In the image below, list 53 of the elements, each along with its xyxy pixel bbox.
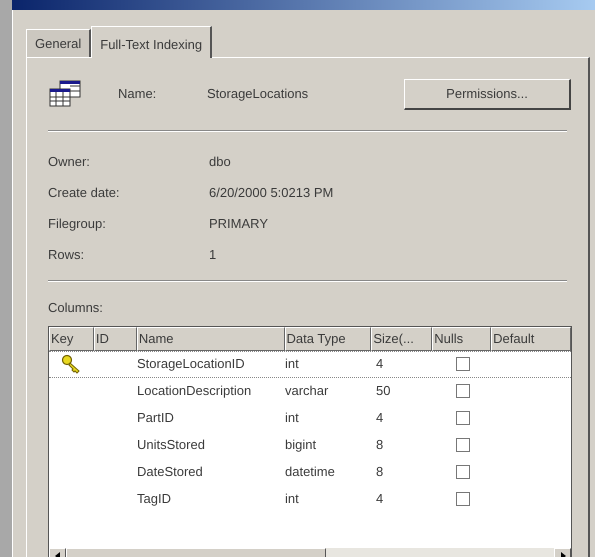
name-label: Name: xyxy=(118,85,158,104)
nulls-checkbox[interactable] xyxy=(456,438,470,452)
property-label: Rows: xyxy=(48,246,86,264)
table-row[interactable]: LocationDescription varchar 50 xyxy=(49,378,571,404)
property-value: dbo xyxy=(209,152,231,171)
columns-label: Columns: xyxy=(48,299,104,317)
table-cell-text: bigint xyxy=(285,436,318,454)
nulls-checkbox[interactable] xyxy=(456,357,470,371)
table-cell-text: int xyxy=(285,355,300,374)
key-icon xyxy=(60,354,82,374)
column-header[interactable]: Size(... xyxy=(371,326,432,350)
nulls-checkbox[interactable] xyxy=(456,465,470,479)
table-cell-text: 8 xyxy=(375,436,384,454)
property-value: 6/20/2000 5:0213 PM xyxy=(209,184,334,202)
table-cell-text: UnitsStored xyxy=(137,436,206,454)
column-header[interactable]: Key xyxy=(49,326,94,350)
tab[interactable]: General xyxy=(26,29,92,57)
table-cell-text: datetime xyxy=(285,463,336,482)
table-icon xyxy=(48,79,82,109)
column-header[interactable]: Default xyxy=(491,326,571,350)
column-header[interactable]: ID xyxy=(94,326,137,350)
column-header[interactable]: Data Type xyxy=(284,326,372,350)
table-cell-text: LocationDescription xyxy=(137,382,252,400)
table-row[interactable]: StorageLocationID int 4 xyxy=(49,350,571,378)
table-cell-text: 8 xyxy=(375,463,384,482)
property-label: Filegroup: xyxy=(48,214,107,233)
nulls-checkbox[interactable] xyxy=(456,411,470,425)
nulls-checkbox[interactable] xyxy=(456,492,470,506)
table-cell-text: 4 xyxy=(375,409,384,428)
nulls-checkbox[interactable] xyxy=(456,384,470,398)
property-label: Create date: xyxy=(48,184,121,202)
tab[interactable]: Full-Text Indexing xyxy=(91,26,212,58)
table-cell-text: int xyxy=(285,490,300,508)
table-row[interactable]: PartID int 4 xyxy=(49,404,571,432)
column-header[interactable]: Name xyxy=(136,326,285,350)
table-cell-text: StorageLocationID xyxy=(137,355,246,374)
table-cell-text: 4 xyxy=(375,490,384,508)
table-cell-text: TagID xyxy=(137,490,172,508)
table-row[interactable]: TagID int 4 xyxy=(49,486,571,512)
column-header[interactable]: Nulls xyxy=(432,326,492,350)
table-cell-text: DateStored xyxy=(137,463,204,482)
table-name: StorageLocations xyxy=(207,85,310,104)
table-cell-text: 50 xyxy=(375,382,392,400)
table-row[interactable]: DateStored datetime 8 xyxy=(49,458,571,486)
permissions-button[interactable]: Permissions... xyxy=(404,78,571,110)
table-cell-text: varchar xyxy=(285,382,330,400)
table-cell-text: int xyxy=(285,409,300,428)
table-cell-text: PartID xyxy=(137,409,175,428)
property-value: PRIMARY xyxy=(209,214,268,233)
property-value: 1 xyxy=(209,246,216,264)
property-label: Owner: xyxy=(48,152,91,171)
table-row[interactable]: UnitsStored bigint 8 xyxy=(49,432,571,458)
table-cell-text: 4 xyxy=(375,355,384,374)
